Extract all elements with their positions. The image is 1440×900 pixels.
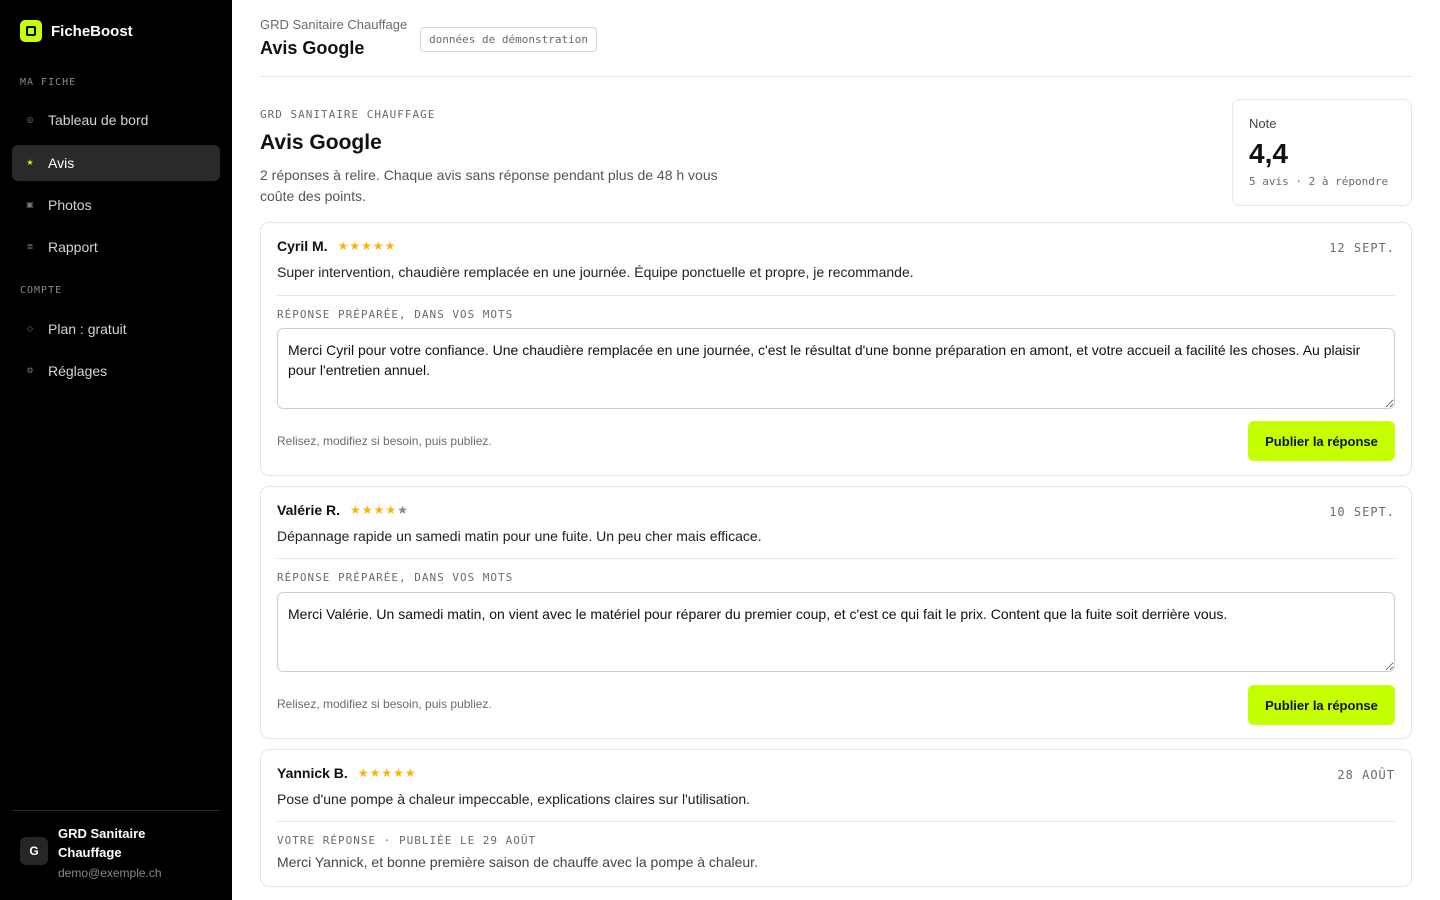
star-filled-icon: ★	[381, 766, 394, 780]
page-description: 2 réponses à relire. Chaque avis sans ré…	[260, 167, 718, 204]
header-title: Avis Google	[260, 38, 365, 58]
review-text: Dépannage rapide un samedi matin pour un…	[277, 528, 762, 544]
star-rating: ★★★★★	[338, 240, 397, 252]
star-empty-icon: ★	[397, 503, 409, 517]
review-card: Yannick B. ★★★★★ 28 AOÛT Pose d'une pomp…	[260, 749, 1412, 887]
star-filled-icon: ★	[385, 503, 398, 517]
header-divider	[260, 76, 1412, 77]
brand-name: FicheBoost	[51, 22, 133, 40]
rating-value: 4,4	[1249, 138, 1288, 169]
star-filled-icon: ★	[404, 766, 417, 780]
page-eyebrow: GRD SANITAIRE CHAUFFAGE	[260, 108, 436, 121]
section-label-compte: COMPTE	[20, 285, 63, 296]
reply-hint: Relisez, modifiez si besoin, puis publie…	[277, 434, 492, 448]
sidebar-item-tableau-de-bord[interactable]: ◎ Tableau de bord	[12, 102, 220, 138]
reply-label: RÉPONSE PRÉPARÉE, DANS VOS MOTS	[277, 308, 514, 321]
sidebar-item-label: Tableau de bord	[48, 112, 149, 128]
star-icon: ★	[26, 158, 34, 167]
star-filled-icon: ★	[393, 766, 405, 780]
review-date: 12 SEPT.	[1329, 241, 1395, 255]
star-filled-icon: ★	[373, 503, 386, 517]
star-filled-icon: ★	[384, 239, 397, 253]
review-author: Cyril M.	[277, 238, 328, 254]
review-card: Cyril M. ★★★★★ 12 SEPT. Super interventi…	[260, 222, 1412, 476]
sidebar: FicheBoost MA FICHE ◎ Tableau de bord ★ …	[0, 0, 232, 900]
review-divider	[277, 821, 1395, 822]
star-filled-icon: ★	[350, 503, 362, 517]
review-divider	[277, 295, 1395, 296]
account-email: demo@exemple.ch	[58, 866, 162, 880]
plan-icon: ◇	[26, 324, 34, 333]
review-date: 28 AOÛT	[1337, 768, 1395, 782]
star-filled-icon: ★	[372, 239, 385, 253]
reply-label: RÉPONSE PRÉPARÉE, DANS VOS MOTS	[277, 571, 514, 584]
reply-textarea[interactable]: Merci Cyril pour votre confiance. Une ch…	[277, 328, 1395, 409]
sidebar-item-photos[interactable]: ▣ Photos	[12, 187, 220, 223]
review-date: 10 SEPT.	[1329, 505, 1395, 519]
publish-reply-button[interactable]: Publier la réponse	[1248, 421, 1395, 461]
dashboard-icon: ◎	[26, 115, 34, 124]
review-text: Pose d'une pompe à chaleur impeccable, e…	[277, 791, 751, 807]
ficheboost-logo-icon	[20, 20, 42, 42]
star-filled-icon: ★	[337, 239, 350, 253]
sidebar-item-label: Avis	[48, 155, 75, 171]
review-card: Valérie R. ★★★★★ 10 SEPT. Dépannage rapi…	[260, 486, 1412, 739]
avatar: G	[20, 837, 48, 865]
section-label-ma-fiche: MA FICHE	[20, 77, 77, 88]
star-filled-icon: ★	[357, 766, 370, 780]
star-rating: ★★★★★	[350, 504, 409, 516]
star-filled-icon: ★	[369, 766, 382, 780]
review-author: Yannick B.	[277, 765, 348, 781]
brand[interactable]: FicheBoost	[20, 20, 133, 42]
star-filled-icon: ★	[349, 239, 362, 253]
review-header: Valérie R. ★★★★★	[277, 502, 409, 518]
star-filled-icon: ★	[361, 239, 373, 253]
review-header: Yannick B. ★★★★★	[277, 765, 417, 781]
header-business-name: GRD Sanitaire Chauffage	[260, 17, 408, 32]
sidebar-divider	[12, 810, 220, 811]
published-reply-text: Merci Yannick, et bonne première saison …	[277, 854, 758, 870]
reply-hint: Relisez, modifiez si besoin, puis publie…	[277, 697, 492, 711]
report-icon: ≣	[26, 242, 34, 251]
rating-label: Note	[1249, 116, 1277, 131]
review-text: Super intervention, chaudière remplacée …	[277, 264, 914, 280]
star-filled-icon: ★	[361, 503, 374, 517]
review-divider	[277, 558, 1395, 559]
sidebar-item-plan[interactable]: ◇ Plan : gratuit	[12, 311, 220, 347]
rating-card: Note 4,4 5 avis · 2 à répondre	[1232, 99, 1412, 206]
rating-meta: 5 avis · 2 à répondre	[1249, 175, 1389, 188]
sidebar-item-label: Photos	[48, 197, 92, 213]
sidebar-item-avis[interactable]: ★ Avis	[12, 145, 220, 181]
main-content: GRD Sanitaire Chauffage Avis Google donn…	[260, 0, 1412, 900]
sidebar-item-reglages[interactable]: ⚙ Réglages	[12, 353, 220, 389]
publish-reply-button[interactable]: Publier la réponse	[1248, 685, 1395, 725]
photo-icon: ▣	[26, 200, 34, 209]
sidebar-item-label: Rapport	[48, 239, 98, 255]
sidebar-item-rapport[interactable]: ≣ Rapport	[12, 229, 220, 265]
account-name: GRD Sanitaire Chauffage	[58, 826, 146, 860]
review-header: Cyril M. ★★★★★	[277, 238, 396, 254]
reply-textarea[interactable]: Merci Valérie. Un samedi matin, on vient…	[277, 592, 1395, 672]
star-rating: ★★★★★	[358, 767, 417, 779]
review-author: Valérie R.	[277, 502, 341, 518]
sidebar-item-label: Réglages	[48, 363, 108, 379]
reply-label: VOTRE RÉPONSE · PUBLIÉE LE 29 AOÛT	[277, 834, 537, 847]
page-title: Avis Google	[260, 131, 382, 154]
sidebar-item-label: Plan : gratuit	[48, 321, 127, 337]
demo-data-badge: données de démonstration	[420, 27, 597, 52]
settings-icon: ⚙	[26, 366, 34, 375]
